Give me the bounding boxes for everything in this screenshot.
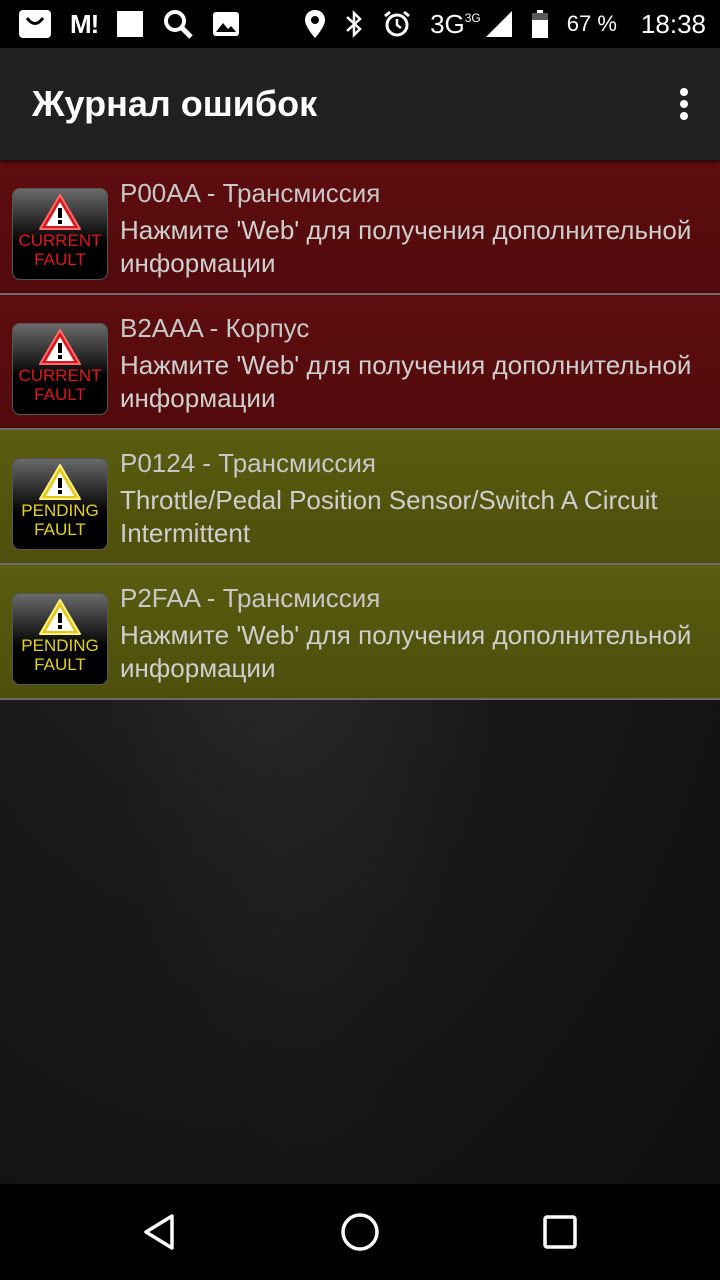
warning-triangle-icon	[39, 464, 81, 500]
shopping-bag-icon	[18, 8, 52, 40]
overflow-menu-button[interactable]	[672, 84, 696, 124]
fault-list: CURRENT FAULT P00AA - Трансмиссия Нажмит…	[0, 160, 720, 700]
fault-description: Throttle/Pedal Position Sensor/Switch A …	[120, 485, 658, 548]
page-title: Журнал ошибок	[32, 83, 318, 124]
badge-label-top: CURRENT	[18, 366, 102, 385]
back-triangle-icon	[144, 1214, 174, 1250]
fault-badge: PENDING FAULT	[12, 458, 108, 550]
warning-triangle-icon	[39, 599, 81, 635]
home-button[interactable]	[320, 1192, 400, 1272]
fault-item[interactable]: CURRENT FAULT B2AAA - Корпус Нажмите 'We…	[0, 295, 720, 430]
battery-icon	[531, 8, 549, 40]
status-bar: M! 3G 3G 67 % 18:38	[0, 0, 720, 48]
fault-badge: PENDING FAULT	[12, 593, 108, 685]
home-circle-icon	[341, 1213, 379, 1251]
recent-apps-button[interactable]	[520, 1192, 600, 1272]
overflow-dot-icon	[680, 100, 688, 108]
status-bar-left: M!	[18, 8, 240, 40]
fault-item[interactable]: PENDING FAULT P0124 - Трансмиссия Thrott…	[0, 430, 720, 565]
fault-text: P0124 - Трансмиссия Throttle/Pedal Posit…	[120, 448, 710, 550]
overflow-dot-icon	[680, 112, 688, 120]
fault-item[interactable]: PENDING FAULT P2FAA - Трансмиссия Нажмит…	[0, 565, 720, 700]
fault-description: Нажмите 'Web' для получения дополнительн…	[120, 620, 692, 683]
fault-badge: CURRENT FAULT	[12, 188, 108, 280]
fault-code-title: P2FAA - Трансмиссия	[120, 583, 381, 613]
image-square-icon	[116, 8, 144, 40]
fault-text: B2AAA - Корпус Нажмите 'Web' для получен…	[120, 313, 710, 415]
overflow-dot-icon	[680, 88, 688, 96]
fault-text: P00AA - Трансмиссия Нажмите 'Web' для по…	[120, 178, 710, 280]
network-sup: 3G	[464, 11, 481, 25]
signal-icon	[485, 8, 513, 40]
gallery-icon	[212, 8, 240, 40]
mail-notification-icon: M!	[70, 8, 99, 39]
navigation-bar	[0, 1184, 720, 1280]
badge-label-bottom: FAULT	[34, 385, 86, 404]
badge-label-top: CURRENT	[18, 231, 102, 250]
network-type: 3G	[430, 8, 465, 39]
back-button[interactable]	[120, 1192, 200, 1272]
fault-log-content: CURRENT FAULT P00AA - Трансмиссия Нажмит…	[0, 160, 720, 1184]
badge-label-top: PENDING	[21, 501, 99, 520]
bluetooth-icon	[344, 8, 364, 40]
fault-code-title: P00AA - Трансмиссия	[120, 178, 381, 208]
fault-badge: CURRENT FAULT	[12, 323, 108, 415]
clock: 18:38	[640, 8, 706, 39]
fault-text: P2FAA - Трансмиссия Нажмите 'Web' для по…	[120, 583, 710, 685]
badge-label-bottom: FAULT	[34, 520, 86, 539]
location-icon	[304, 8, 326, 40]
alarm-icon	[382, 8, 412, 40]
badge-label-top: PENDING	[21, 636, 99, 655]
app-bar: Журнал ошибок	[0, 48, 720, 160]
battery-percent: 67 %	[566, 11, 617, 36]
fault-item[interactable]: CURRENT FAULT P00AA - Трансмиссия Нажмит…	[0, 160, 720, 295]
badge-label-bottom: FAULT	[34, 655, 86, 674]
fault-code-title: B2AAA - Корпус	[120, 313, 310, 343]
recent-square-icon	[543, 1215, 577, 1249]
fault-description: Нажмите 'Web' для получения дополнительн…	[120, 350, 692, 413]
search-icon	[162, 8, 194, 40]
status-bar-right: 3G 3G 67 % 18:38	[304, 8, 706, 40]
fault-code-title: P0124 - Трансмиссия	[120, 448, 376, 478]
warning-triangle-icon	[39, 194, 81, 230]
badge-label-bottom: FAULT	[34, 250, 86, 269]
screen: M! 3G 3G 67 % 18:38 Журнал ошибок CURREN…	[0, 0, 720, 1280]
warning-triangle-icon	[39, 329, 81, 365]
network-type-label: 3G 3G	[430, 8, 481, 40]
fault-description: Нажмите 'Web' для получения дополнительн…	[120, 215, 692, 278]
